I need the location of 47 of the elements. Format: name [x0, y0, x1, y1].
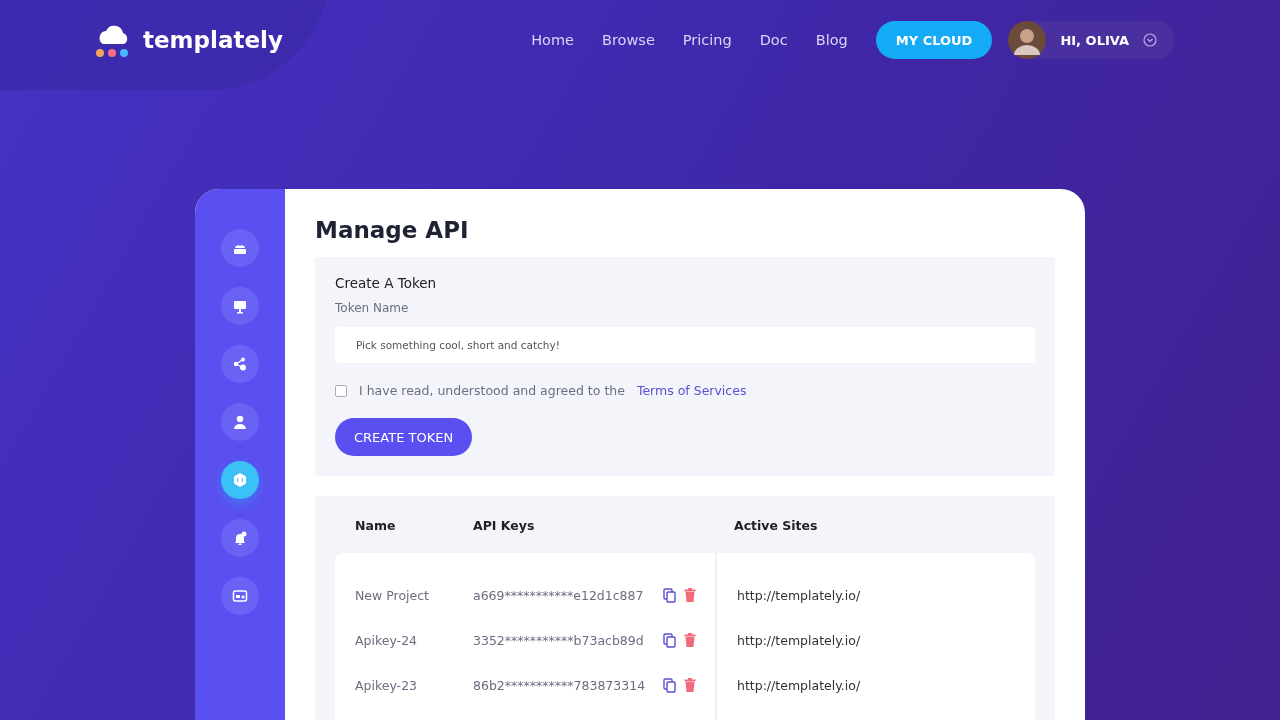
- table-cell: http://templately.io/: [737, 633, 861, 648]
- avatar: [1008, 21, 1047, 59]
- copy-icon[interactable]: [663, 678, 676, 693]
- copy-icon[interactable]: [663, 633, 676, 648]
- column-header: API Keys: [473, 518, 536, 533]
- column-header: Name: [355, 518, 397, 533]
- user-menu[interactable]: HI, OLIVA: [1008, 21, 1175, 59]
- table-cell: http://templately.io/: [737, 678, 861, 693]
- logo-text: templately: [143, 27, 283, 53]
- sidebar-item[interactable]: [221, 577, 259, 615]
- section-title: Create A Token: [335, 275, 438, 291]
- table-cell: http://templately.io/: [737, 588, 861, 603]
- nav-link[interactable]: Home: [531, 32, 574, 48]
- page-title: Manage API: [315, 217, 470, 243]
- table-cell-text: 86b2***********783873314: [473, 678, 647, 693]
- terms-link[interactable]: Terms of Services: [636, 383, 747, 398]
- token-name-field[interactable]: Pick something cool, short and catchy!: [335, 327, 1035, 363]
- trash-icon[interactable]: [684, 633, 697, 648]
- agree-text: I have read, understood and agreed to the: [359, 383, 625, 398]
- sidebar-item[interactable]: [221, 229, 259, 267]
- agree-checkbox[interactable]: [335, 384, 347, 397]
- card-icon: [231, 587, 249, 605]
- column-header: Active Sites: [734, 518, 818, 533]
- sidebar-item[interactable]: [221, 403, 259, 441]
- nav-link[interactable]: Browse: [602, 32, 655, 48]
- chevron-down-icon[interactable]: [1143, 33, 1157, 47]
- user-greeting: HI, OLIVA: [1060, 32, 1129, 48]
- copy-icon[interactable]: [663, 588, 676, 603]
- nav-link[interactable]: Pricing: [682, 32, 732, 48]
- user-icon: [231, 413, 249, 431]
- sidebar-item[interactable]: [221, 519, 259, 557]
- nav-link[interactable]: Blog: [815, 32, 848, 48]
- table-cell-text: New Project: [355, 588, 430, 603]
- share-icon: [231, 355, 249, 373]
- nav-link[interactable]: Doc: [759, 32, 788, 48]
- create-token-button[interactable]: CREATE TOKEN: [335, 418, 473, 456]
- trash-icon[interactable]: [684, 588, 697, 603]
- sidebar-item[interactable]: [221, 461, 259, 499]
- code-icon: [231, 471, 249, 489]
- trash-icon[interactable]: [684, 678, 697, 693]
- sidebar-item[interactable]: [221, 287, 259, 325]
- table-cell-text: Apikey-23: [355, 678, 419, 693]
- table-cell-text: 3352***********b73acb89d: [473, 633, 645, 648]
- table-cell-text: Apikey-24: [355, 633, 419, 648]
- sidebar-item[interactable]: [221, 345, 259, 383]
- table-cell-text: a669***********e12d1c887: [473, 588, 645, 603]
- field-label: Token Name: [335, 301, 410, 315]
